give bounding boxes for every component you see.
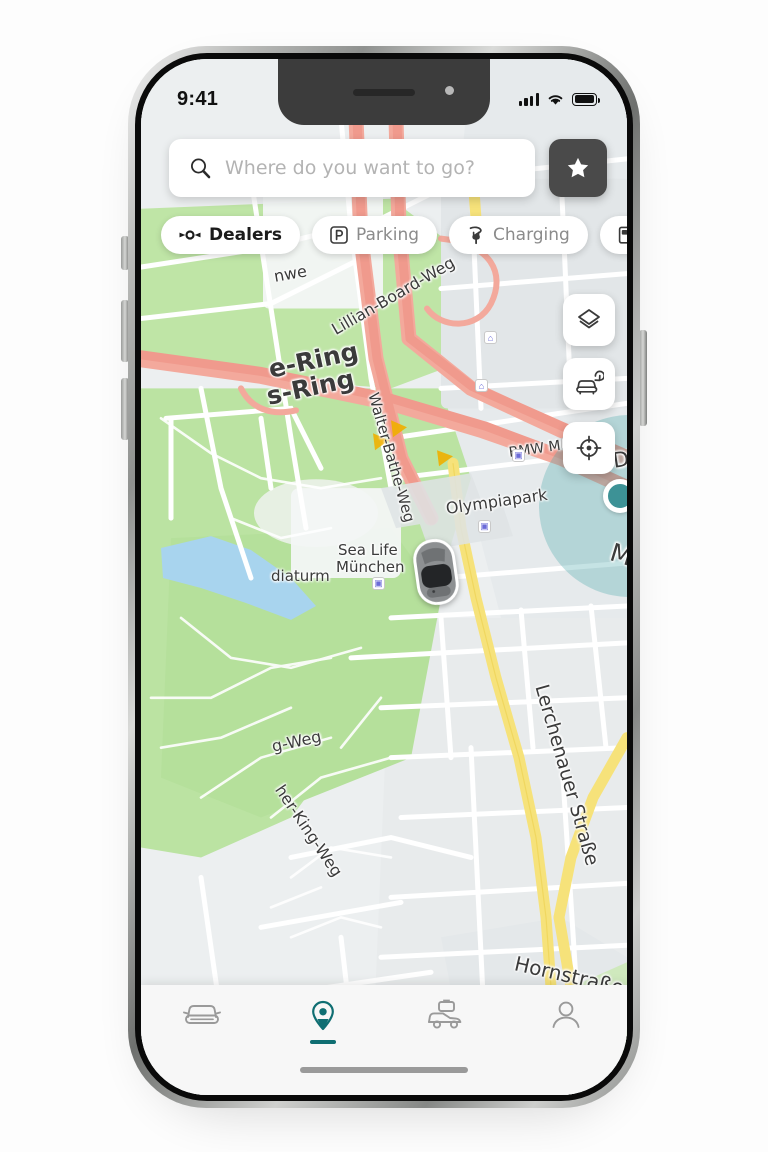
map-pin-icon bbox=[312, 1000, 335, 1031]
car-front-icon bbox=[182, 1005, 221, 1024]
crosshair-icon bbox=[576, 435, 602, 461]
phone-screen: e-Ring s-Ring Lillian-Board-Weg Walter-Bath… bbox=[141, 59, 627, 1095]
parked-car-marker[interactable] bbox=[408, 534, 463, 610]
bottom-nav-item-map[interactable] bbox=[280, 999, 366, 1044]
status-time: 9:41 bbox=[177, 87, 219, 110]
camera-icon[interactable]: ▣ bbox=[372, 577, 385, 590]
search-row: Where do you want to go? bbox=[169, 139, 607, 197]
tab-underline bbox=[310, 1040, 337, 1044]
museum-icon[interactable]: ⌂ bbox=[484, 331, 497, 344]
person-icon bbox=[552, 1001, 580, 1028]
bottom-nav-item-services[interactable] bbox=[402, 999, 488, 1042]
fuel-pump-icon bbox=[618, 225, 627, 245]
tab-underline bbox=[553, 1038, 579, 1042]
filter-chip-label: Dealers bbox=[209, 225, 282, 245]
battery-icon bbox=[572, 92, 600, 106]
power-button[interactable] bbox=[639, 330, 647, 426]
car-location-icon bbox=[576, 370, 604, 395]
bottom-nav-item-profile[interactable] bbox=[523, 999, 609, 1042]
recenter-button[interactable] bbox=[563, 422, 615, 474]
status-icons bbox=[518, 92, 600, 106]
map-controls bbox=[563, 294, 615, 474]
phone-device: e-Ring s-Ring Lillian-Board-Weg Walter-Bath… bbox=[128, 46, 640, 1108]
bottom-nav-item-vehicle[interactable] bbox=[159, 999, 245, 1040]
car-luggage-icon bbox=[427, 999, 461, 1029]
filter-chip-charging[interactable]: Charging bbox=[449, 216, 588, 254]
filter-chip-dealers[interactable]: Dealers bbox=[161, 216, 300, 254]
parking-p-icon bbox=[330, 226, 348, 244]
star-icon bbox=[567, 157, 589, 178]
bottom-navigation[interactable] bbox=[141, 985, 627, 1095]
layers-button[interactable] bbox=[563, 294, 615, 346]
find-my-car-button[interactable] bbox=[563, 358, 615, 410]
screenshot-canvas: e-Ring s-Ring Lillian-Board-Weg Walter-Bath… bbox=[0, 0, 768, 1152]
filter-chip-fuel[interactable]: Fuel bbox=[599, 216, 627, 254]
device-notch bbox=[278, 59, 490, 125]
layers-icon bbox=[578, 309, 600, 329]
search-input[interactable]: Where do you want to go? bbox=[169, 139, 535, 197]
camera-icon[interactable]: ▣ bbox=[478, 520, 491, 533]
earpiece-speaker bbox=[353, 88, 415, 96]
filter-chip-label: Parking bbox=[355, 225, 420, 245]
tab-underline bbox=[189, 1036, 215, 1040]
home-indicator[interactable] bbox=[300, 1067, 468, 1073]
museum-icon[interactable]: ⌂ bbox=[475, 379, 488, 392]
phone-bezel: e-Ring s-Ring Lillian-Board-Weg Walter-Bath… bbox=[135, 53, 633, 1101]
filter-chip-parking[interactable]: Parking bbox=[311, 216, 438, 254]
ev-plug-icon bbox=[467, 225, 485, 245]
wifi-icon bbox=[548, 95, 563, 105]
search-placeholder: Where do you want to go? bbox=[225, 157, 475, 179]
front-camera bbox=[445, 86, 454, 95]
camera-icon[interactable]: ▣ bbox=[512, 449, 525, 462]
signal-icon bbox=[518, 92, 539, 106]
car-top-view-icon bbox=[413, 538, 459, 606]
favorites-button[interactable] bbox=[549, 139, 607, 197]
tab-underline bbox=[432, 1038, 458, 1042]
filter-chip-label: Charging bbox=[493, 225, 570, 245]
search-icon bbox=[191, 158, 211, 179]
map-canvas[interactable]: e-Ring s-Ring Lillian-Board-Weg Walter-Bath… bbox=[141, 59, 627, 1095]
filter-chip-row[interactable]: Dealers Parking Charging Fuel bbox=[161, 216, 627, 254]
bmw-roundel-icon bbox=[179, 227, 201, 243]
